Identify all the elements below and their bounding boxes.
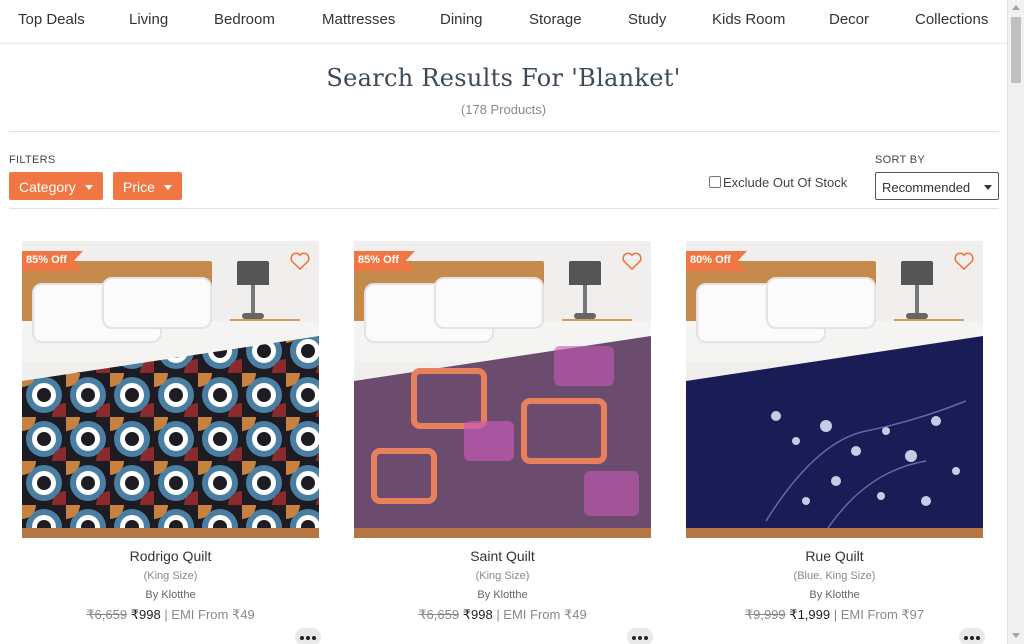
sort-label: SORT BY: [875, 154, 925, 166]
emi-text: | EMI From ₹49: [164, 607, 255, 622]
sale-price: ₹998: [462, 607, 493, 622]
mrp-price: ₹6,659: [86, 607, 128, 622]
chevron-down-icon: [84, 184, 93, 190]
product-variant: (Blue, King Size): [793, 570, 876, 582]
product-brand: By Klotthe: [145, 589, 196, 601]
top-nav: Top Deals Living Bedroom Mattresses Dini…: [0, 0, 1007, 44]
product-price: ₹6,659 ₹998 | EMI From ₹49: [354, 607, 651, 623]
product-name[interactable]: Rue Quilt: [686, 548, 983, 564]
nav-item-living[interactable]: Living: [129, 11, 168, 28]
heart-icon[interactable]: [289, 251, 311, 271]
product-count: (178 Products): [460, 102, 547, 117]
sort-select[interactable]: Recommended: [875, 172, 999, 200]
price-filter-label: Price: [123, 179, 155, 195]
nav-item-bedroom[interactable]: Bedroom: [214, 11, 275, 28]
nav-item-kids-room[interactable]: Kids Room: [712, 11, 785, 28]
emi-text: | EMI From ₹49: [496, 607, 587, 622]
more-options-button[interactable]: [295, 628, 321, 644]
category-filter-button[interactable]: Category: [9, 172, 103, 200]
product-card[interactable]: 80% Off Rue Quilt (Blue, King Size) By K…: [686, 241, 985, 644]
product-price: ₹6,659 ₹998 | EMI From ₹49: [22, 607, 319, 623]
quilt-pattern: [686, 336, 983, 538]
category-filter-label: Category: [19, 179, 76, 195]
sort-selected-value: Recommended: [882, 180, 971, 195]
quilt-pattern: [354, 336, 651, 538]
product-image[interactable]: 85% Off: [22, 241, 319, 538]
product-name[interactable]: Rodrigo Quilt: [22, 548, 319, 564]
nav-item-dining[interactable]: Dining: [440, 11, 483, 28]
sale-price: ₹1,999: [789, 607, 831, 622]
mrp-price: ₹6,659: [418, 607, 460, 622]
page-title: Search Results For 'Blanket': [326, 64, 681, 92]
price-filter-button[interactable]: Price: [113, 172, 182, 200]
nav-item-storage[interactable]: Storage: [529, 11, 582, 28]
chevron-down-icon: [984, 185, 992, 190]
exclude-out-of-stock-checkbox[interactable]: [709, 176, 721, 188]
more-options-button[interactable]: [627, 628, 653, 644]
sale-price: ₹998: [130, 607, 161, 622]
product-variant: (King Size): [143, 570, 198, 582]
heart-icon[interactable]: [953, 251, 975, 271]
scrollbar-thumb[interactable]: [1011, 17, 1021, 83]
nav-item-mattresses[interactable]: Mattresses: [322, 11, 395, 28]
exclude-out-of-stock-toggle[interactable]: Exclude Out Of Stock: [709, 175, 847, 190]
page-scrollbar[interactable]: [1007, 0, 1024, 644]
chevron-down-icon: [163, 184, 172, 190]
divider: [9, 131, 999, 132]
heart-icon[interactable]: [621, 251, 643, 271]
product-image[interactable]: 85% Off: [354, 241, 651, 538]
more-options-button[interactable]: [959, 628, 985, 644]
product-card[interactable]: 85% Off Rodrigo Quilt (King Size) By Klo…: [22, 241, 321, 644]
emi-text: | EMI From ₹97: [833, 607, 925, 622]
nav-item-decor[interactable]: Decor: [829, 11, 869, 28]
product-brand: By Klotthe: [809, 589, 860, 601]
exclude-out-of-stock-label: Exclude Out Of Stock: [723, 175, 848, 190]
mrp-price: ₹9,999: [744, 607, 786, 622]
quilt-pattern: [22, 336, 319, 538]
product-image[interactable]: 80% Off: [686, 241, 983, 538]
product-brand: By Klotthe: [477, 589, 528, 601]
product-card[interactable]: 85% Off Saint Quilt (King Size) By Klott…: [354, 241, 653, 644]
scroll-down-icon[interactable]: [1012, 633, 1020, 638]
divider: [9, 208, 999, 209]
scroll-up-icon[interactable]: [1012, 5, 1020, 10]
product-variant: (King Size): [475, 570, 530, 582]
nav-item-top-deals[interactable]: Top Deals: [18, 11, 85, 28]
nav-item-study[interactable]: Study: [628, 11, 666, 28]
product-price: ₹9,999 ₹1,999 | EMI From ₹97: [686, 607, 983, 623]
product-name[interactable]: Saint Quilt: [354, 548, 651, 564]
filters-label: FILTERS: [9, 154, 56, 166]
nav-item-collections[interactable]: Collections: [915, 11, 988, 28]
